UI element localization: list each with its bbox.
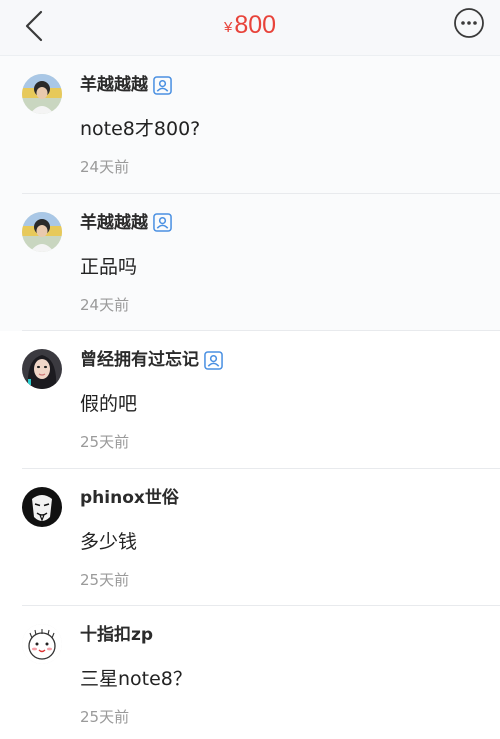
comment-item[interactable]: 羊越越越 正品吗 24天前	[0, 193, 500, 332]
username[interactable]: 羊越越越	[80, 73, 148, 97]
comment-text: 三星note8？	[80, 668, 192, 691]
verified-badge-icon	[204, 350, 223, 370]
comment-item[interactable]: 十指扣zp 三星note8？ 25天前	[0, 606, 500, 739]
avatar-girl-photo-icon	[22, 349, 62, 390]
comment-text: note8才800?	[80, 118, 201, 140]
item-price: ¥800	[0, 10, 500, 43]
avatar-boy-photo-icon	[22, 211, 62, 252]
username[interactable]: 羊越越越	[80, 211, 148, 235]
currency-symbol: ¥	[223, 19, 233, 36]
comment-time: 25天前	[80, 570, 130, 589]
more-button[interactable]	[452, 6, 486, 40]
more-horizontal-icon	[454, 8, 484, 38]
comment-item[interactable]: 曾经拥有过忘记 假的吧 25天前	[0, 331, 500, 469]
verified-badge-icon	[153, 213, 172, 232]
comment-time: 24天前	[80, 158, 130, 176]
avatar[interactable]	[22, 486, 62, 527]
comment-item[interactable]: 羊越越越 note8才800? 24天前	[0, 56, 500, 194]
price-value: 800	[234, 11, 277, 39]
avatar[interactable]	[22, 624, 62, 665]
username[interactable]: 十指扣zp	[80, 623, 153, 647]
avatar[interactable]	[22, 74, 62, 114]
comment-time: 25天前	[80, 433, 130, 452]
verified-badge-icon	[153, 75, 172, 95]
comment-text: 假的吧	[80, 393, 138, 416]
avatar[interactable]	[22, 349, 62, 390]
username[interactable]: phinox世俗	[80, 486, 179, 510]
app-screen: ¥800 羊越越越 note8才800? 24天前 羊越越越 正品吗 24天前 …	[0, 0, 500, 739]
comment-time: 24天前	[80, 295, 130, 314]
top-bar: ¥800	[0, 0, 500, 56]
comment-item[interactable]: phinox世俗 多少钱 25天前	[0, 469, 500, 607]
username[interactable]: 曾经拥有过忘记	[80, 348, 199, 372]
avatar-cartoon-icon	[22, 624, 62, 665]
comment-text: 多少钱	[80, 530, 138, 553]
avatar-boy-photo-icon	[22, 74, 62, 114]
comment-list: 羊越越越 note8才800? 24天前 羊越越越 正品吗 24天前 曾经拥有过…	[0, 56, 500, 739]
comment-time: 25天前	[80, 708, 130, 727]
comment-text: 正品吗	[80, 255, 138, 278]
avatar-mask-icon	[22, 486, 62, 527]
avatar[interactable]	[22, 211, 62, 252]
